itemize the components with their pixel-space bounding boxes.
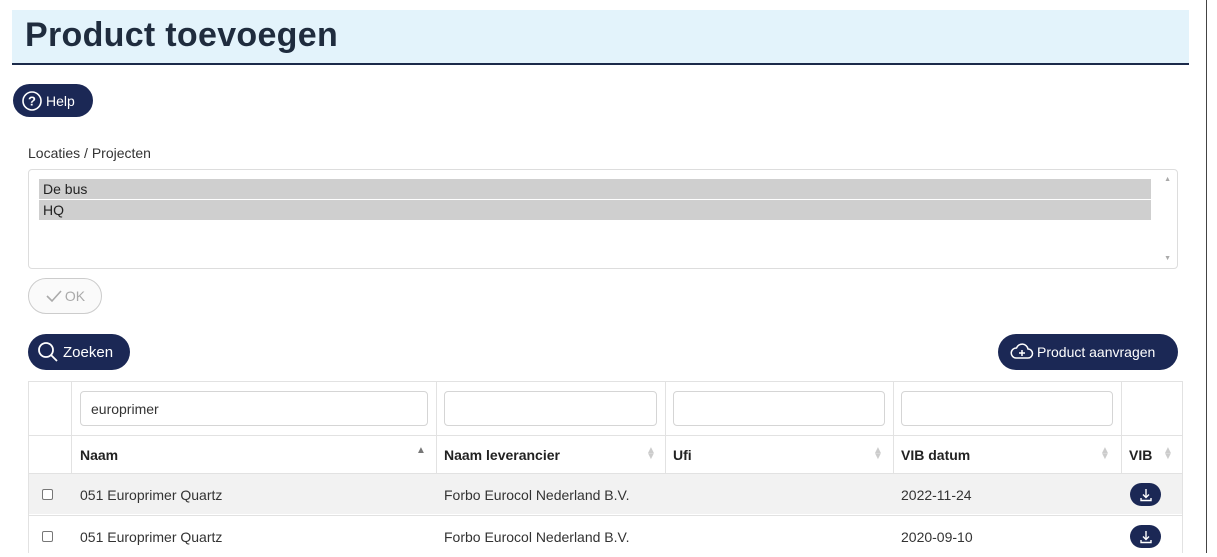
ok-label: OK [64,288,86,304]
sort-icon[interactable]: ▲ ▼ [873,446,883,462]
scroll-up-arrow-icon[interactable]: ▲ [1164,176,1171,183]
search-icon [36,340,60,364]
search-label: Zoeken [63,343,114,361]
sort-icon[interactable]: ▲ ▼ [1163,446,1173,462]
filter-naam-input[interactable] [80,391,428,426]
help-button[interactable]: ? Help [13,84,93,117]
column-header-vib[interactable]: VIB [1129,436,1152,474]
table-row[interactable]: 051 Europrimer Quartz Forbo Eurocol Nede… [29,473,1182,514]
cloud-upload-icon [1010,342,1034,362]
row-checkbox[interactable] [42,531,53,542]
svg-text:?: ? [28,93,36,108]
ok-button[interactable]: OK [28,278,102,314]
download-icon [1139,488,1152,501]
table-row[interactable]: 051 Europrimer Quartz Forbo Eurocol Nede… [29,515,1182,556]
column-header-naam-leverancier[interactable]: Naam leverancier [444,436,560,474]
sort-icon[interactable]: ▲ ▼ [1100,446,1110,462]
scroll-down-arrow-icon[interactable]: ▼ [1164,255,1171,262]
filter-vib-datum-input[interactable] [901,391,1113,426]
column-header-naam[interactable]: Naam [80,436,118,474]
location-option-de-bus[interactable]: De bus [39,179,1151,199]
help-circle-icon: ? [21,90,43,112]
window-edge [1206,0,1207,553]
product-request-label: Product aanvragen [1037,344,1156,360]
sort-ascending-icon[interactable]: ▲ [416,446,426,456]
download-icon [1139,530,1152,543]
locations-label: Locaties / Projecten [28,145,151,161]
page-title: Product toevoegen [25,16,339,54]
column-header-vib-datum[interactable]: VIB datum [901,436,970,474]
vib-download-button[interactable] [1130,483,1161,506]
sort-icon[interactable]: ▲ ▼ [646,446,656,462]
page-header: Product toevoegen [12,10,1189,65]
filter-ufi-input[interactable] [673,391,885,426]
vib-download-button[interactable] [1130,525,1161,548]
cell-naam: 051 Europrimer Quartz [80,528,223,545]
products-table: Naam ▲ Naam leverancier ▲▼ Ufi ▲▼ VIB da… [28,381,1183,556]
location-option-hq[interactable]: HQ [39,200,1151,220]
search-button[interactable]: Zoeken [28,334,130,370]
checkmark-icon [45,289,63,303]
cell-vib-datum: 2022-11-24 [901,486,972,503]
table-header-row: Naam ▲ Naam leverancier ▲ ▼ Ufi ▲ ▼ VIB da… [29,435,1182,473]
product-request-button[interactable]: Product aanvragen [998,334,1178,370]
filter-leverancier-input[interactable] [444,391,657,426]
cell-naam: 051 Europrimer Quartz [80,486,223,503]
help-label: Help [46,92,75,109]
locations-multiselect[interactable]: De bus HQ ▲ ▼ [28,169,1178,269]
cell-leverancier: Forbo Eurocol Nederland B.V. [444,528,630,545]
cell-leverancier: Forbo Eurocol Nederland B.V. [444,486,630,503]
cell-vib-datum: 2020-09-10 [901,528,973,545]
row-checkbox[interactable] [42,489,53,500]
column-header-ufi[interactable]: Ufi [673,436,692,474]
